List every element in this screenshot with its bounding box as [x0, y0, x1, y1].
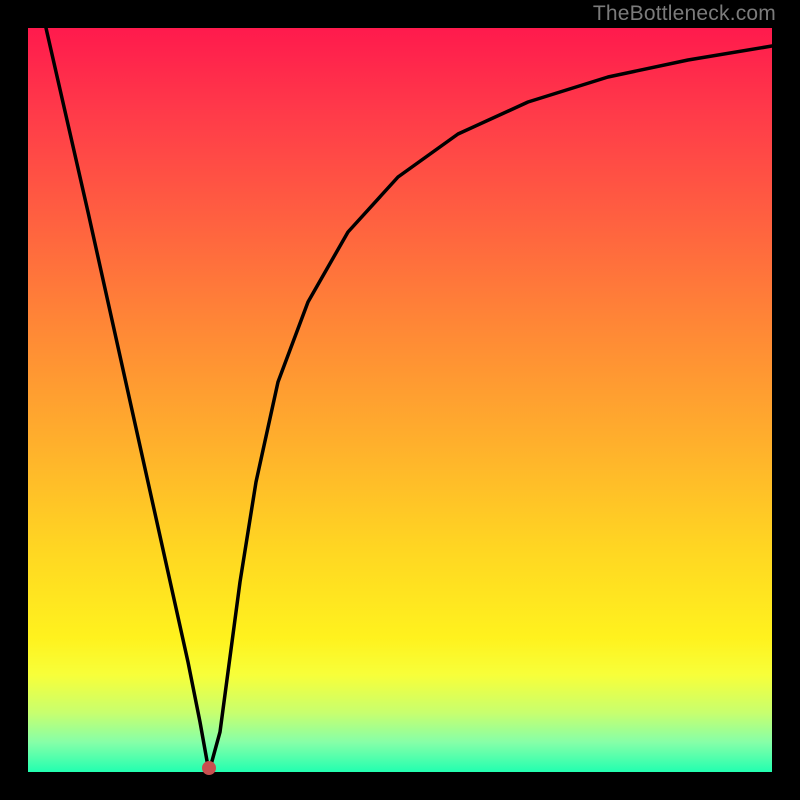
chart-frame: TheBottleneck.com: [0, 0, 800, 800]
watermark: TheBottleneck.com: [593, 2, 776, 26]
plot-area: [28, 28, 772, 772]
bottleneck-curve: [28, 28, 772, 772]
minimum-marker: [202, 761, 216, 775]
